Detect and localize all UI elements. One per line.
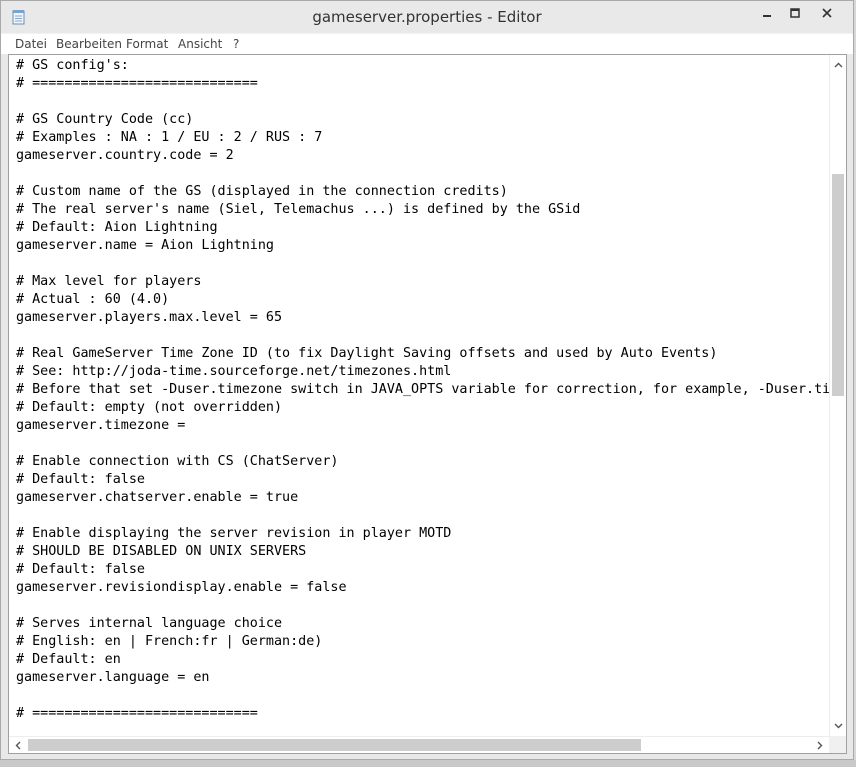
menu-bar: Datei Bearbeiten Format Ansicht ? (1, 33, 853, 54)
text-line: # English: en | French:fr | German:de) (16, 634, 323, 649)
text-line: # Actual : 60 (4.0) (16, 292, 170, 307)
menu-item-help[interactable]: ? (233, 37, 239, 51)
scroll-left-arrow-icon[interactable] (10, 737, 26, 753)
text-line: # Examples : NA : 1 / EU : 2 / RUS : 7 (16, 130, 323, 145)
text-line: # Custom name of the GS (displayed in th… (16, 184, 508, 199)
minimize-icon (763, 15, 771, 17)
text-line: gameserver.language = en (16, 670, 210, 685)
text-line: # Serves internal language choice (16, 616, 283, 631)
text-line: # Real GameServer Time Zone ID (to fix D… (16, 346, 718, 361)
text-line: # The real server's name (Siel, Telemach… (16, 202, 581, 217)
text-line: # GS config's: (16, 58, 129, 73)
menu-item-datei[interactable]: Datei (15, 37, 47, 51)
text-line: # GS Country Code (cc) (16, 112, 194, 127)
menu-item-format[interactable]: Format (126, 37, 168, 51)
text-line: # Enable connection with CS (ChatServer) (16, 454, 339, 469)
text-line: # Default: en (16, 652, 121, 667)
text-line: # Default: empty (not overridden) (16, 400, 283, 415)
editor-window: gameserver.properties - Editor Datei Bea… (0, 0, 854, 760)
text-line: gameserver.revisiondisplay.enable = fals… (16, 580, 347, 595)
text-line: gameserver.players.max.level = 65 (16, 310, 283, 325)
text-line: # Enable displaying the server revision … (16, 526, 452, 541)
menu-item-bearbeiten[interactable]: Bearbeiten (56, 37, 122, 51)
horizontal-scrollbar[interactable] (9, 736, 829, 753)
text-line: # See: http://joda-time.sourceforge.net/… (16, 364, 452, 379)
scroll-right-arrow-icon[interactable] (812, 737, 828, 753)
scrollbar-corner (829, 736, 846, 753)
window-bottom-edge (0, 760, 856, 767)
title-bar[interactable]: gameserver.properties - Editor (1, 1, 853, 33)
maximize-button[interactable] (781, 2, 809, 24)
text-line: # Default: false (16, 562, 145, 577)
text-line: # Default: Aion Lightning (16, 220, 218, 235)
editor-frame: # GS config's: # ========================… (8, 54, 847, 754)
text-editor-area[interactable]: # GS config's: # ========================… (9, 55, 829, 736)
text-line: gameserver.name = Aion Lightning (16, 238, 274, 253)
text-line: # ============================ (16, 706, 258, 721)
text-line: # Before that set -Duser.timezone switch… (16, 382, 829, 397)
text-line: # ============================ (16, 76, 258, 91)
maximize-icon (790, 8, 800, 18)
text-line: # Default: false (16, 472, 145, 487)
vertical-scroll-thumb[interactable] (832, 174, 844, 396)
close-button[interactable] (809, 2, 845, 24)
menu-item-ansicht[interactable]: Ansicht (178, 37, 222, 51)
text-line: gameserver.timezone = (16, 418, 186, 433)
horizontal-scroll-thumb[interactable] (28, 739, 641, 751)
scroll-down-arrow-icon[interactable] (830, 718, 846, 734)
text-line: # Max level for players (16, 274, 202, 289)
text-line: # SHOULD BE DISABLED ON UNIX SERVERS (16, 544, 307, 559)
close-icon (822, 8, 832, 18)
text-line: gameserver.country.code = 2 (16, 148, 234, 163)
scroll-up-arrow-icon[interactable] (830, 57, 846, 73)
window-title: gameserver.properties - Editor (312, 8, 542, 26)
text-line: gameserver.chatserver.enable = true (16, 490, 299, 505)
vertical-scrollbar[interactable] (829, 55, 846, 736)
minimize-button[interactable] (753, 2, 781, 24)
